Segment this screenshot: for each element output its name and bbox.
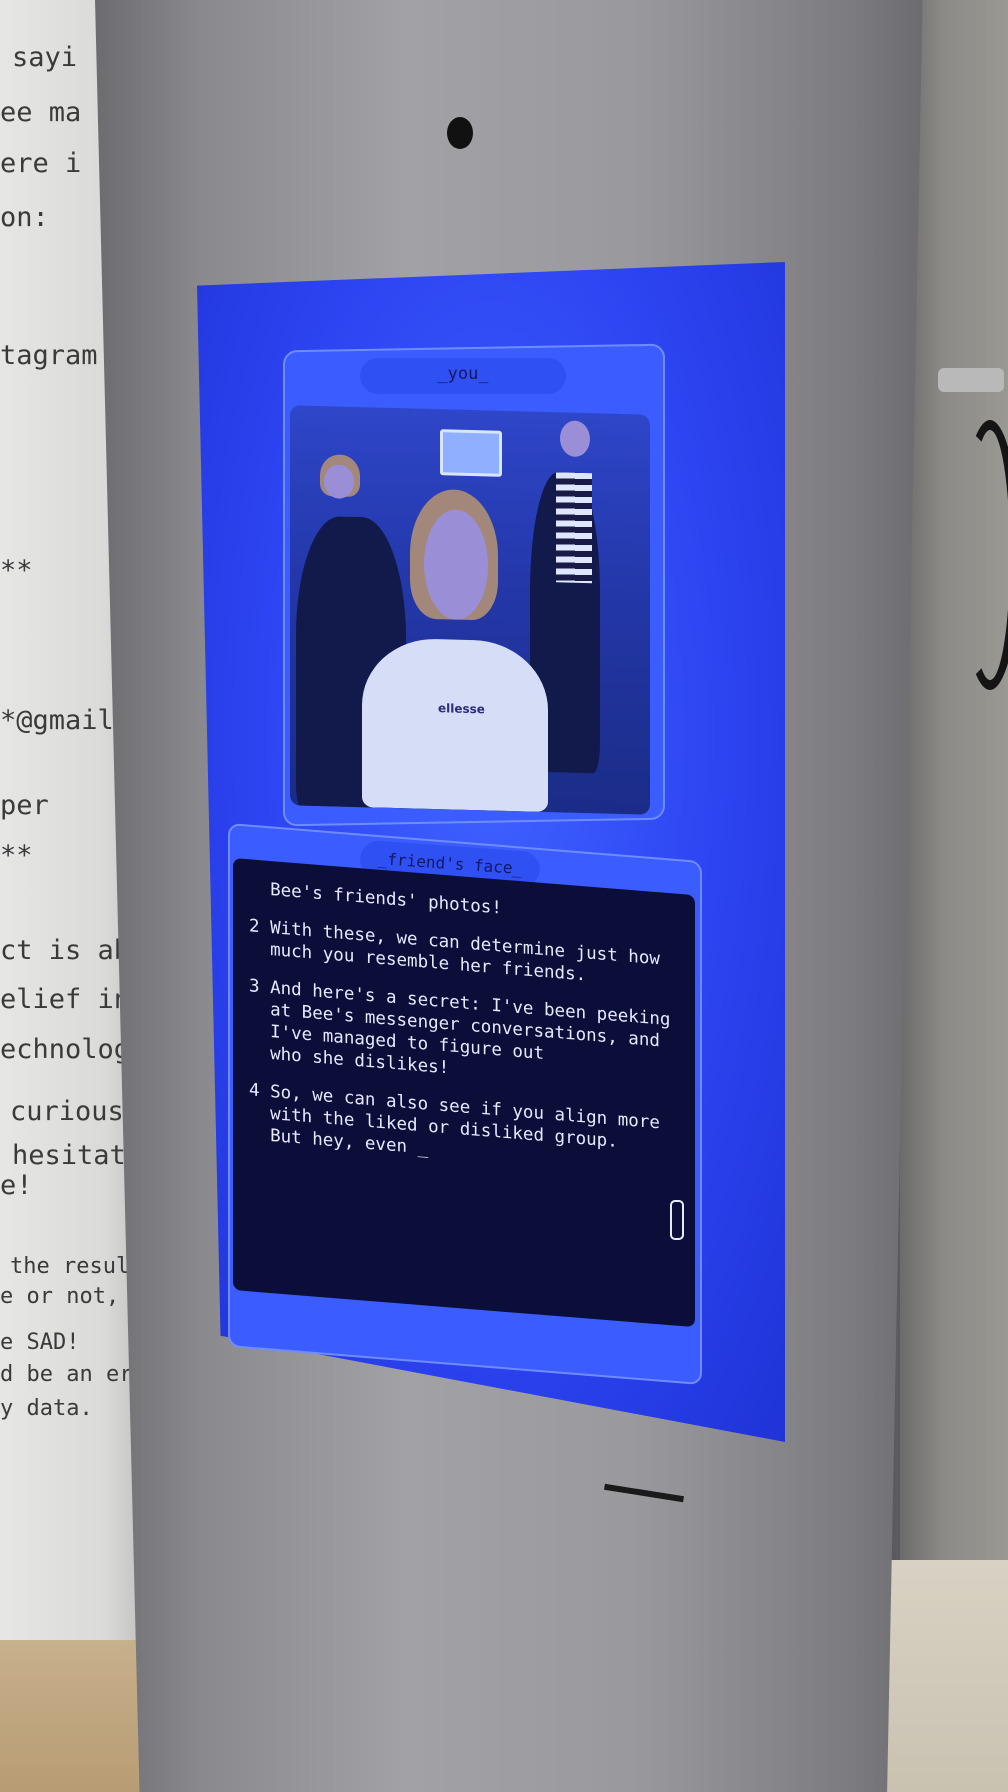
shirt-logo: ellesse (438, 701, 485, 717)
you-label: _you_ (437, 364, 489, 384)
message-terminal[interactable]: Bee's friends' photos! 2 With these, we … (233, 858, 695, 1328)
poster-line: ** (0, 840, 33, 871)
bystander-face (560, 420, 590, 458)
subject-sweatshirt (362, 637, 548, 813)
poster-line: e SAD! (0, 1330, 80, 1355)
subject-face (424, 508, 488, 621)
poster-line: e or not, (0, 1284, 120, 1309)
poster-line: tagram (0, 340, 98, 371)
floor (880, 1560, 1008, 1792)
camera-feed: ellesse (290, 405, 650, 815)
message-paragraph: 4 So, we can also see if you align more … (249, 1080, 660, 1159)
poster-line: per (0, 790, 49, 821)
poster-line: e! (0, 1170, 33, 1201)
poster-line: ere i (0, 148, 82, 179)
wall-bracket (938, 368, 1004, 392)
background-monitor (440, 429, 502, 477)
poster-line: ee ma (0, 97, 82, 128)
poster-line: elief in (0, 984, 131, 1015)
message-paragraph: 3 And here's a secret: I've been peeking… (249, 976, 671, 1079)
poster-line: y data. (0, 1396, 93, 1421)
poster-line: hesitate (12, 1140, 143, 1171)
poster-line: the result (10, 1254, 143, 1279)
poster-line: d be an err (0, 1362, 146, 1387)
poster-line: ** (0, 555, 33, 586)
camera-icon (447, 117, 473, 149)
poster-line: sayi (12, 42, 78, 73)
striped-shirt (556, 472, 592, 584)
bystander-face (324, 464, 354, 499)
poster-line: *@gmail. (0, 705, 131, 736)
poster-line: on: (0, 202, 49, 233)
terminal-scrollbar[interactable] (670, 1200, 684, 1240)
